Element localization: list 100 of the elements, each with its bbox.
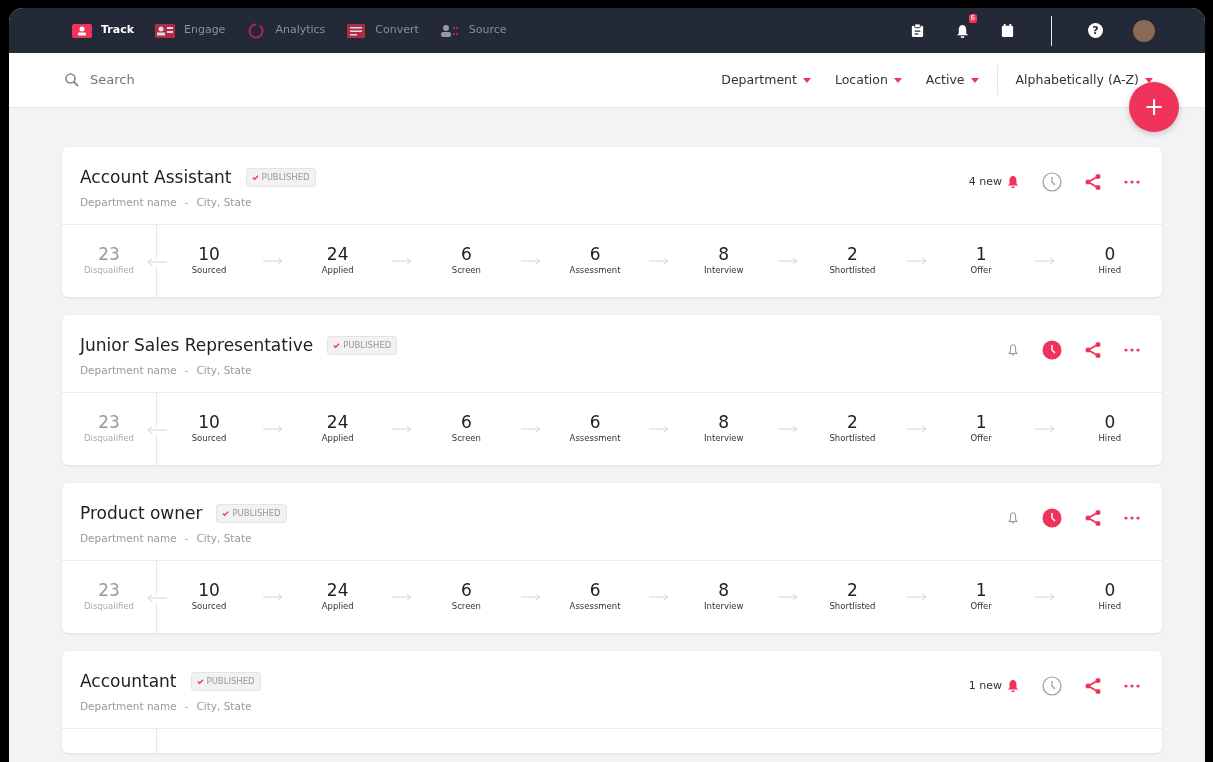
bell-icon [1006, 679, 1020, 693]
job-title[interactable]: Product owner [80, 501, 203, 527]
arrow-icon [391, 593, 414, 601]
share-button[interactable] [1084, 509, 1102, 527]
job-title[interactable]: Accountant [80, 669, 177, 695]
profile-card-icon [154, 22, 176, 39]
status-tag: PUBLISHED [327, 336, 398, 356]
clipboard-icon [910, 23, 925, 38]
filter-dropdown[interactable]: Active [913, 70, 991, 90]
share-icon [1084, 677, 1102, 695]
schedule-button[interactable] [1042, 508, 1062, 528]
new-alerts-count: 1 new [968, 678, 1002, 694]
stage-count: 24 [326, 581, 349, 600]
schedule-button[interactable] [1042, 172, 1062, 192]
separator-text: - [184, 194, 189, 210]
job-location: City, State [196, 362, 252, 378]
new-alerts-count: 4 new [968, 174, 1002, 190]
nav-tab[interactable]: Engage [144, 8, 236, 53]
caret-icon [970, 77, 979, 83]
clipboard-button[interactable] [910, 23, 925, 38]
share-button[interactable] [1084, 677, 1102, 695]
schedule-button[interactable] [1042, 340, 1062, 360]
arrow-icon [648, 257, 671, 265]
stage-label: Assessment [569, 431, 621, 445]
arrow-icon [777, 593, 800, 601]
stage-count: 1 [975, 413, 987, 432]
stage-count: 24 [326, 245, 349, 264]
stage-label: Offer [970, 431, 992, 445]
calendar-button[interactable] [1000, 23, 1015, 38]
schedule-button[interactable] [1042, 676, 1062, 696]
disqualified-count: 23 [98, 413, 120, 432]
share-button[interactable] [1084, 173, 1102, 191]
department-name: Department name [80, 530, 177, 546]
stage-count: 2 [847, 581, 858, 600]
avatar[interactable] [1133, 19, 1155, 42]
stage-count: 8 [718, 245, 730, 264]
stage-label: Screen [451, 431, 481, 445]
stage-label: Assessment [569, 599, 621, 613]
notifications-button[interactable] [955, 23, 970, 39]
job-title[interactable]: Junior Sales Representative [80, 333, 314, 359]
stage-label: Interview [704, 263, 744, 277]
nav-tab[interactable]: Convert [335, 8, 429, 53]
arrow-icon [648, 593, 671, 601]
nav-tab[interactable]: Track [61, 8, 144, 53]
more-button[interactable] [1124, 684, 1140, 688]
clock-icon [1042, 508, 1062, 528]
arrow-icon [146, 594, 168, 602]
stage-label: Shortlisted [829, 431, 876, 445]
more-button[interactable] [1124, 348, 1140, 352]
stage-label: Applied [321, 431, 354, 445]
alerts-button[interactable]: 1 new [968, 678, 1020, 694]
more-icon [1124, 180, 1140, 184]
stage-label: Applied [321, 263, 354, 277]
nav-tab[interactable]: Analytics [235, 8, 336, 53]
arrow-icon [905, 257, 928, 265]
stage-count: 6 [589, 245, 601, 264]
arrow-icon [262, 593, 285, 601]
job-title[interactable]: Account Assistant [80, 165, 232, 191]
search-icon [64, 72, 80, 88]
arrow-icon [1034, 593, 1057, 601]
stage-label: Offer [970, 599, 992, 613]
alerts-button[interactable] [1006, 343, 1020, 357]
status-tag: PUBLISHED [216, 504, 287, 524]
department-name: Department name [80, 362, 177, 378]
stage-label: Assessment [569, 263, 621, 277]
more-icon [1124, 516, 1140, 520]
caret-icon [802, 77, 811, 83]
stage-count: 24 [326, 413, 349, 432]
department-name: Department name [80, 194, 177, 210]
check-icon [333, 342, 341, 350]
stage-count: 8 [718, 413, 730, 432]
stage-count: 1 [975, 581, 987, 600]
more-button[interactable] [1124, 516, 1140, 520]
status-tag: PUBLISHED [245, 168, 316, 188]
stage-label: Offer [970, 263, 992, 277]
share-icon [1084, 173, 1102, 191]
more-icon [1124, 348, 1140, 352]
stage-count: 6 [460, 245, 472, 264]
more-button[interactable] [1124, 180, 1140, 184]
alerts-button[interactable]: 4 new [968, 174, 1020, 190]
separator-text: - [184, 530, 189, 546]
filter-dropdown[interactable]: Department [709, 70, 823, 90]
separator-text: - [184, 362, 189, 378]
share-button[interactable] [1084, 341, 1102, 359]
stage-count: 2 [847, 413, 858, 432]
calendar-icon [1000, 23, 1015, 38]
bell-icon [1006, 511, 1020, 525]
nav-tab[interactable]: Source [428, 8, 517, 53]
arrow-icon [905, 593, 928, 601]
stage-label: Sourced [191, 431, 227, 445]
share-icon [1084, 509, 1102, 527]
stage-label: Shortlisted [829, 263, 876, 277]
help-button[interactable]: ? [1088, 23, 1103, 38]
filter-dropdown[interactable]: Location [822, 70, 914, 90]
alerts-button[interactable] [1006, 511, 1020, 525]
stage-label: Hired [1098, 599, 1122, 613]
stage-label: Applied [321, 599, 354, 613]
stage-count: 0 [1104, 581, 1116, 600]
arrow-icon [1034, 425, 1057, 433]
arrow-icon [777, 257, 800, 265]
